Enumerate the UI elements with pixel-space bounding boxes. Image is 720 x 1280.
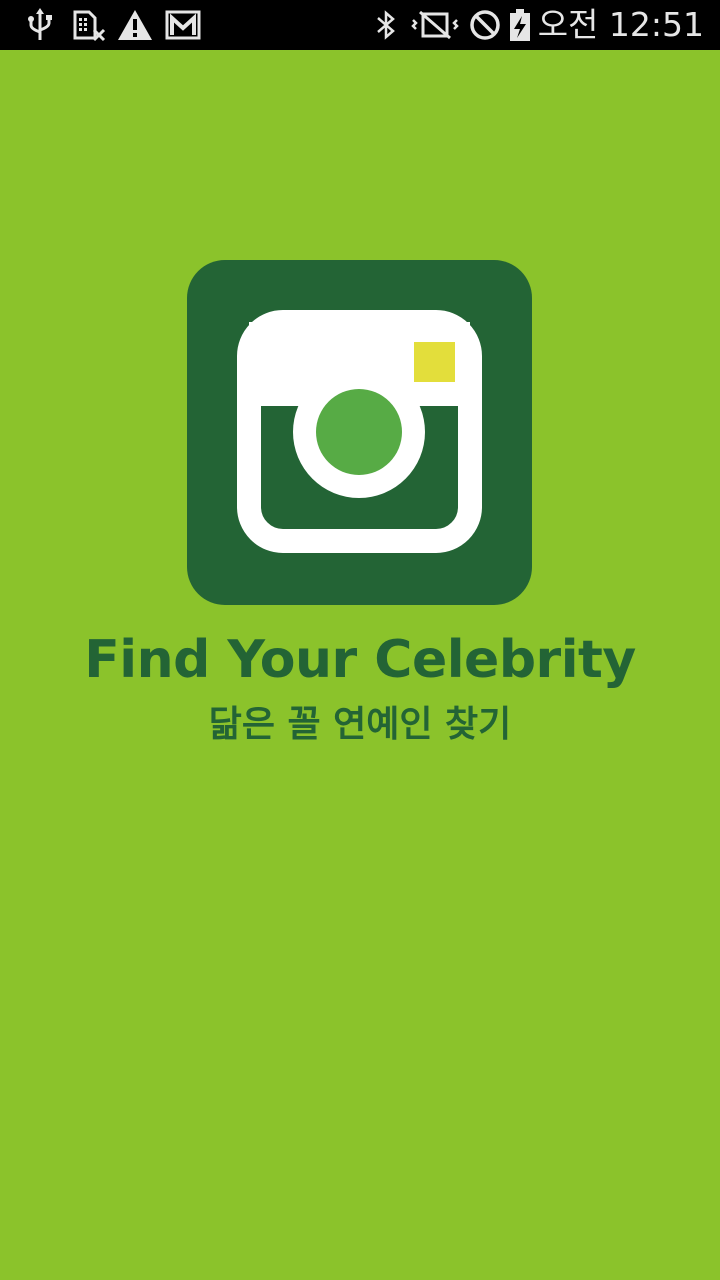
bluetooth-icon [377, 10, 395, 40]
app-title: Find Your Celebrity [84, 630, 636, 690]
status-time: 오전 12:51 [537, 5, 704, 44]
camera-flash [414, 342, 455, 382]
battery-charging-icon [510, 9, 530, 41]
do-not-disturb-icon [470, 10, 500, 40]
warning-icon [118, 10, 152, 40]
camera-lens [316, 389, 402, 475]
usb-icon [28, 8, 52, 40]
gmail-icon [165, 10, 201, 40]
status-bar: 오전 12:51 [0, 0, 720, 50]
camera-icon [187, 260, 532, 605]
sim-card-off-icon [73, 10, 106, 42]
splash-screen: 오전 12:51 Find Your Celebrity 닮은 꼴 연예인 찾기 [0, 0, 720, 1280]
vibrate-mute-icon [411, 10, 459, 40]
app-subtitle: 닮은 꼴 연예인 찾기 [208, 704, 512, 745]
